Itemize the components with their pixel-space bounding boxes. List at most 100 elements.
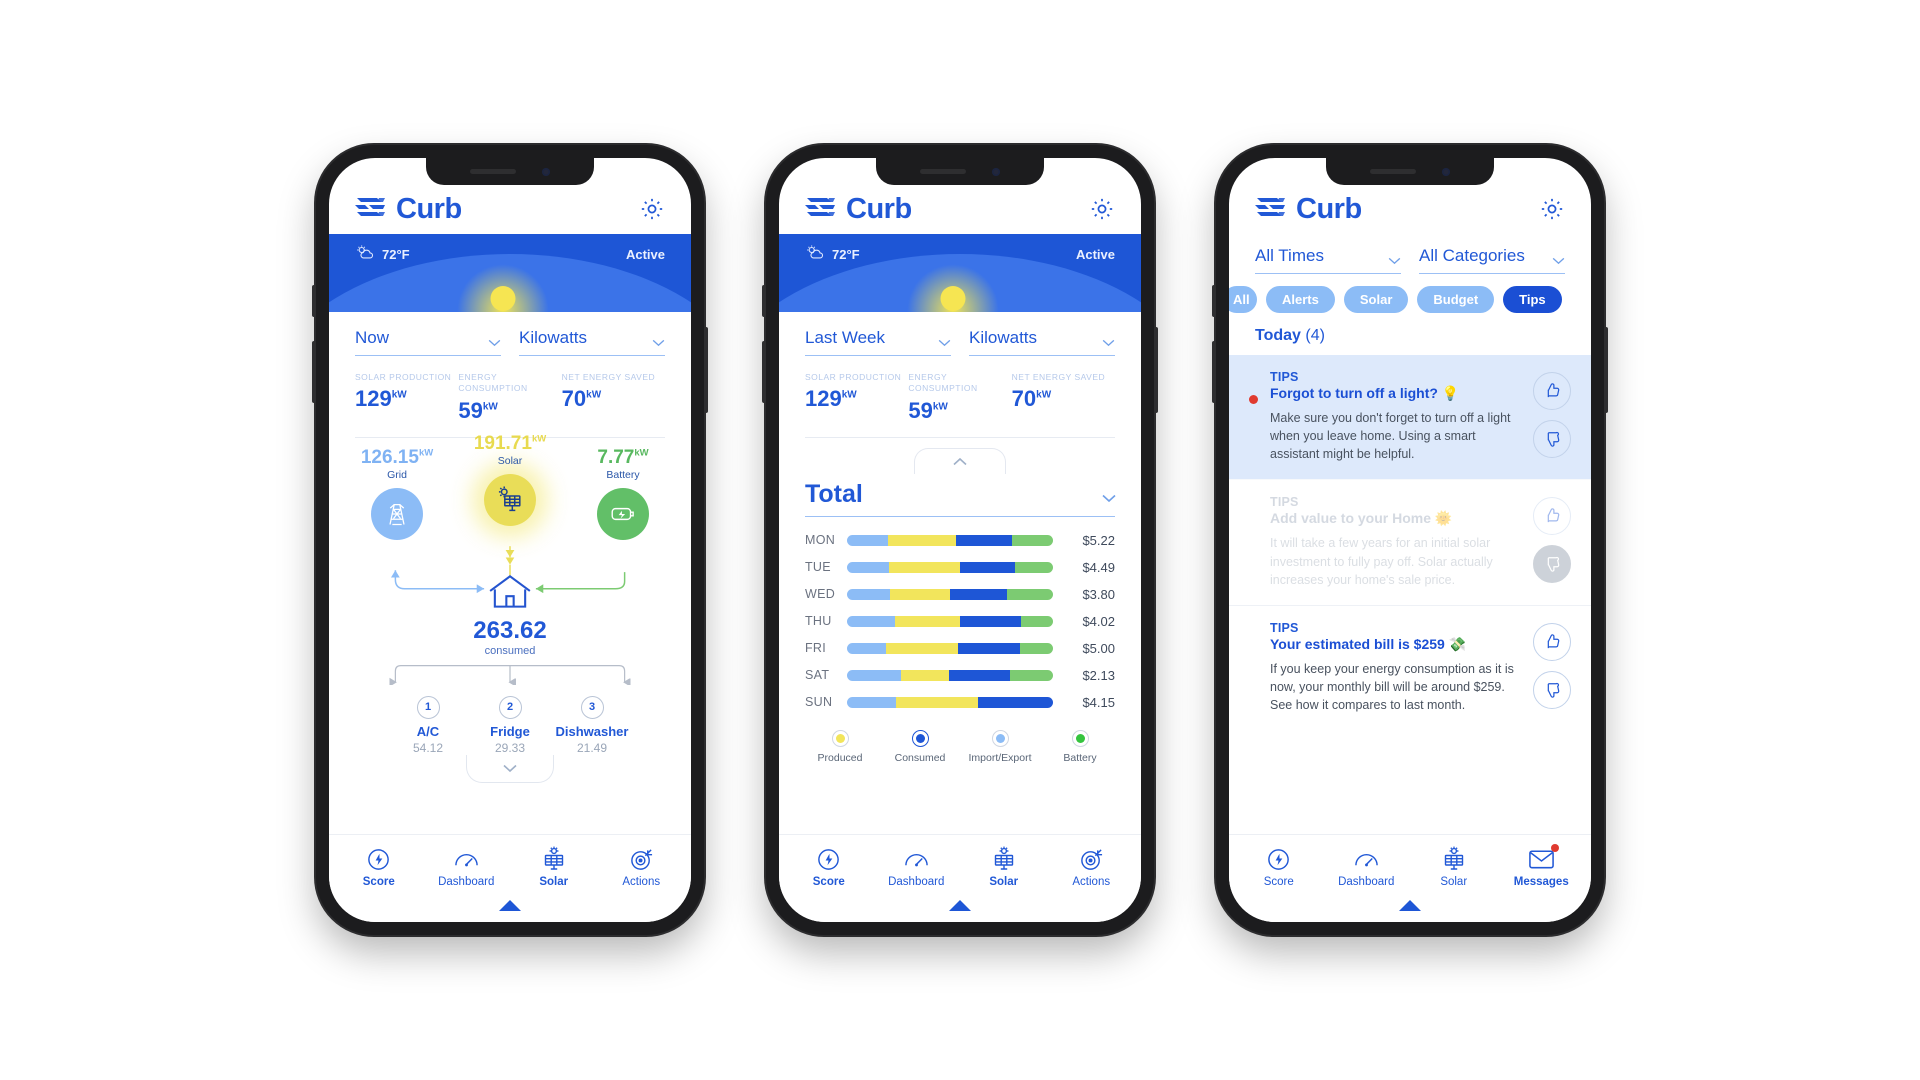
sun-icon bbox=[490, 286, 516, 311]
thumbs-down-icon[interactable] bbox=[1533, 545, 1571, 584]
tab-solar[interactable]: Solar bbox=[510, 844, 598, 888]
legend-item[interactable]: Battery bbox=[1043, 729, 1117, 764]
bar-segment-battery bbox=[1009, 669, 1053, 681]
stat-value: 59 bbox=[458, 397, 483, 423]
bottom-tab-bar: Score Dashboard Solar bbox=[1229, 834, 1591, 900]
weekly-bar-chart: MON $5.22 TUE $4.49 WED $3.80 THU $4.02 FRI $5.00… bbox=[779, 517, 1141, 716]
legend-item[interactable]: Import/Export bbox=[963, 729, 1037, 764]
collapse-panel-button[interactable] bbox=[914, 447, 1006, 474]
selectors-row: Now Kilowatts bbox=[329, 312, 691, 356]
bar-row[interactable]: WED $3.80 bbox=[805, 581, 1115, 608]
solar-panel-icon bbox=[484, 473, 536, 526]
gear-icon[interactable] bbox=[1539, 196, 1565, 222]
tab-actions[interactable]: Actions bbox=[1048, 844, 1136, 888]
solar-panel-icon bbox=[1410, 844, 1498, 874]
thumbs-up-icon[interactable] bbox=[1533, 497, 1571, 536]
stat-title: ENERGY CONSUMPTION bbox=[458, 372, 528, 394]
thumbs-down-icon[interactable] bbox=[1533, 420, 1571, 458]
tab-messages[interactable]: Messages bbox=[1498, 844, 1586, 888]
time-range-select[interactable]: Now bbox=[355, 328, 501, 356]
bar-row[interactable]: MON $5.22 bbox=[805, 527, 1115, 554]
flow-node-solar[interactable]: 191.71kW Solar bbox=[464, 433, 556, 526]
tab-label: Dashboard bbox=[438, 876, 495, 888]
bar-track bbox=[847, 588, 1053, 600]
chip-all[interactable]: All bbox=[1229, 286, 1257, 313]
units-select[interactable]: Kilowatts bbox=[969, 328, 1115, 356]
legend-label: Produced bbox=[817, 751, 863, 764]
appliance-item[interactable]: 1 A/C 54.12 bbox=[387, 695, 469, 755]
total-section-header[interactable]: Total bbox=[779, 474, 1141, 517]
bar-amount: $4.02 bbox=[1082, 613, 1115, 629]
time-range-select[interactable]: Last Week bbox=[805, 328, 951, 356]
status-badge: Active bbox=[625, 246, 665, 262]
tab-solar[interactable]: Solar bbox=[1410, 844, 1498, 888]
power-button[interactable] bbox=[704, 327, 708, 413]
tab-dashboard[interactable]: Dashboard bbox=[423, 844, 511, 888]
chevron-down-icon bbox=[488, 334, 501, 347]
tab-score[interactable]: Score bbox=[1235, 844, 1323, 888]
chevron-down-icon bbox=[1552, 252, 1565, 265]
units-select[interactable]: Kilowatts bbox=[519, 328, 665, 356]
filters-row: All Times All Categories bbox=[1229, 234, 1591, 274]
notch bbox=[1326, 158, 1494, 185]
legend-item[interactable]: Produced bbox=[803, 729, 877, 764]
chip-solar[interactable]: Solar bbox=[1343, 286, 1409, 313]
bar-segment-impexp bbox=[847, 561, 890, 573]
tab-label: Solar bbox=[989, 876, 1019, 888]
gear-icon[interactable] bbox=[1089, 196, 1115, 222]
bar-amount: $4.15 bbox=[1082, 694, 1115, 710]
thumbs-down-icon[interactable] bbox=[1533, 670, 1571, 709]
thumbs-up-icon[interactable] bbox=[1533, 622, 1571, 661]
flow-node-grid[interactable]: 126.15kW Grid bbox=[351, 447, 443, 540]
appliance-item[interactable]: 2 Fridge 29.33 bbox=[469, 695, 551, 755]
expand-panel-button[interactable] bbox=[466, 754, 554, 783]
bar-segment-produced bbox=[890, 588, 950, 600]
selectors-row: Last Week Kilowatts bbox=[779, 312, 1141, 356]
thumbs-up-icon[interactable] bbox=[1533, 372, 1571, 410]
bar-row[interactable]: SAT $2.13 bbox=[805, 662, 1115, 689]
gear-icon[interactable] bbox=[639, 196, 665, 222]
bar-day-label: SUN bbox=[805, 695, 833, 710]
category-filter-select[interactable]: All Categories bbox=[1419, 246, 1565, 274]
bar-row[interactable]: THU $4.02 bbox=[805, 608, 1115, 635]
bottom-tab-bar: Score Dashboard Solar bbox=[329, 834, 691, 900]
front-camera bbox=[1442, 167, 1450, 176]
tab-dashboard[interactable]: Dashboard bbox=[1323, 844, 1411, 888]
message-item[interactable]: TIPS Add value to your Home 🌞 It will ta… bbox=[1229, 479, 1591, 604]
house-consumed-label: consumed bbox=[484, 644, 536, 657]
appliance-item[interactable]: 3 Dishwasher 21.49 bbox=[551, 695, 633, 755]
power-button[interactable] bbox=[1604, 327, 1608, 413]
flow-node-battery[interactable]: 7.77kW Battery bbox=[577, 447, 669, 540]
chip-label: Alerts bbox=[1282, 292, 1319, 307]
brand: Curb bbox=[805, 193, 912, 226]
bolt-gauge-icon bbox=[335, 844, 423, 874]
bar-row[interactable]: SUN $4.15 bbox=[805, 689, 1115, 716]
legend-item[interactable]: Consumed bbox=[883, 729, 957, 764]
tab-score[interactable]: Score bbox=[335, 844, 423, 888]
message-item[interactable]: TIPS Your estimated bill is $259 💸 If yo… bbox=[1229, 604, 1591, 730]
power-button[interactable] bbox=[1154, 327, 1158, 413]
tab-actions[interactable]: Actions bbox=[598, 844, 686, 888]
bar-segment-produced bbox=[888, 534, 957, 546]
bar-segment-produced bbox=[889, 561, 960, 573]
bar-row[interactable]: TUE $4.49 bbox=[805, 554, 1115, 581]
rank-badge: 3 bbox=[580, 695, 604, 719]
solar-label: Solar bbox=[497, 454, 523, 467]
time-filter-select[interactable]: All Times bbox=[1255, 246, 1401, 274]
tab-solar[interactable]: Solar bbox=[960, 844, 1048, 888]
bar-row[interactable]: FRI $5.00 bbox=[805, 635, 1115, 662]
chip-tips[interactable]: Tips bbox=[1503, 286, 1562, 313]
appliance-value: 29.33 bbox=[494, 740, 526, 755]
battery-label: Battery bbox=[606, 468, 640, 481]
summary-stats: SOLAR PRODUCTION 129kW ENERGY CONSUMPTIO… bbox=[329, 356, 691, 424]
phone-mockup-stage: Curb 72°F Active Now Kilowatts SOLAR PRO… bbox=[0, 0, 1920, 1080]
chevron-down-icon bbox=[1388, 252, 1401, 265]
bar-day-label: THU bbox=[805, 614, 832, 629]
tab-score[interactable]: Score bbox=[785, 844, 873, 888]
bar-segment-consumed bbox=[959, 615, 1021, 627]
chip-budget[interactable]: Budget bbox=[1417, 286, 1495, 313]
tab-dashboard[interactable]: Dashboard bbox=[873, 844, 961, 888]
chip-alerts[interactable]: Alerts bbox=[1266, 286, 1335, 313]
stat-unit: kW bbox=[841, 390, 857, 402]
message-item[interactable]: TIPS Forgot to turn off a light? 💡 Make … bbox=[1229, 355, 1591, 480]
